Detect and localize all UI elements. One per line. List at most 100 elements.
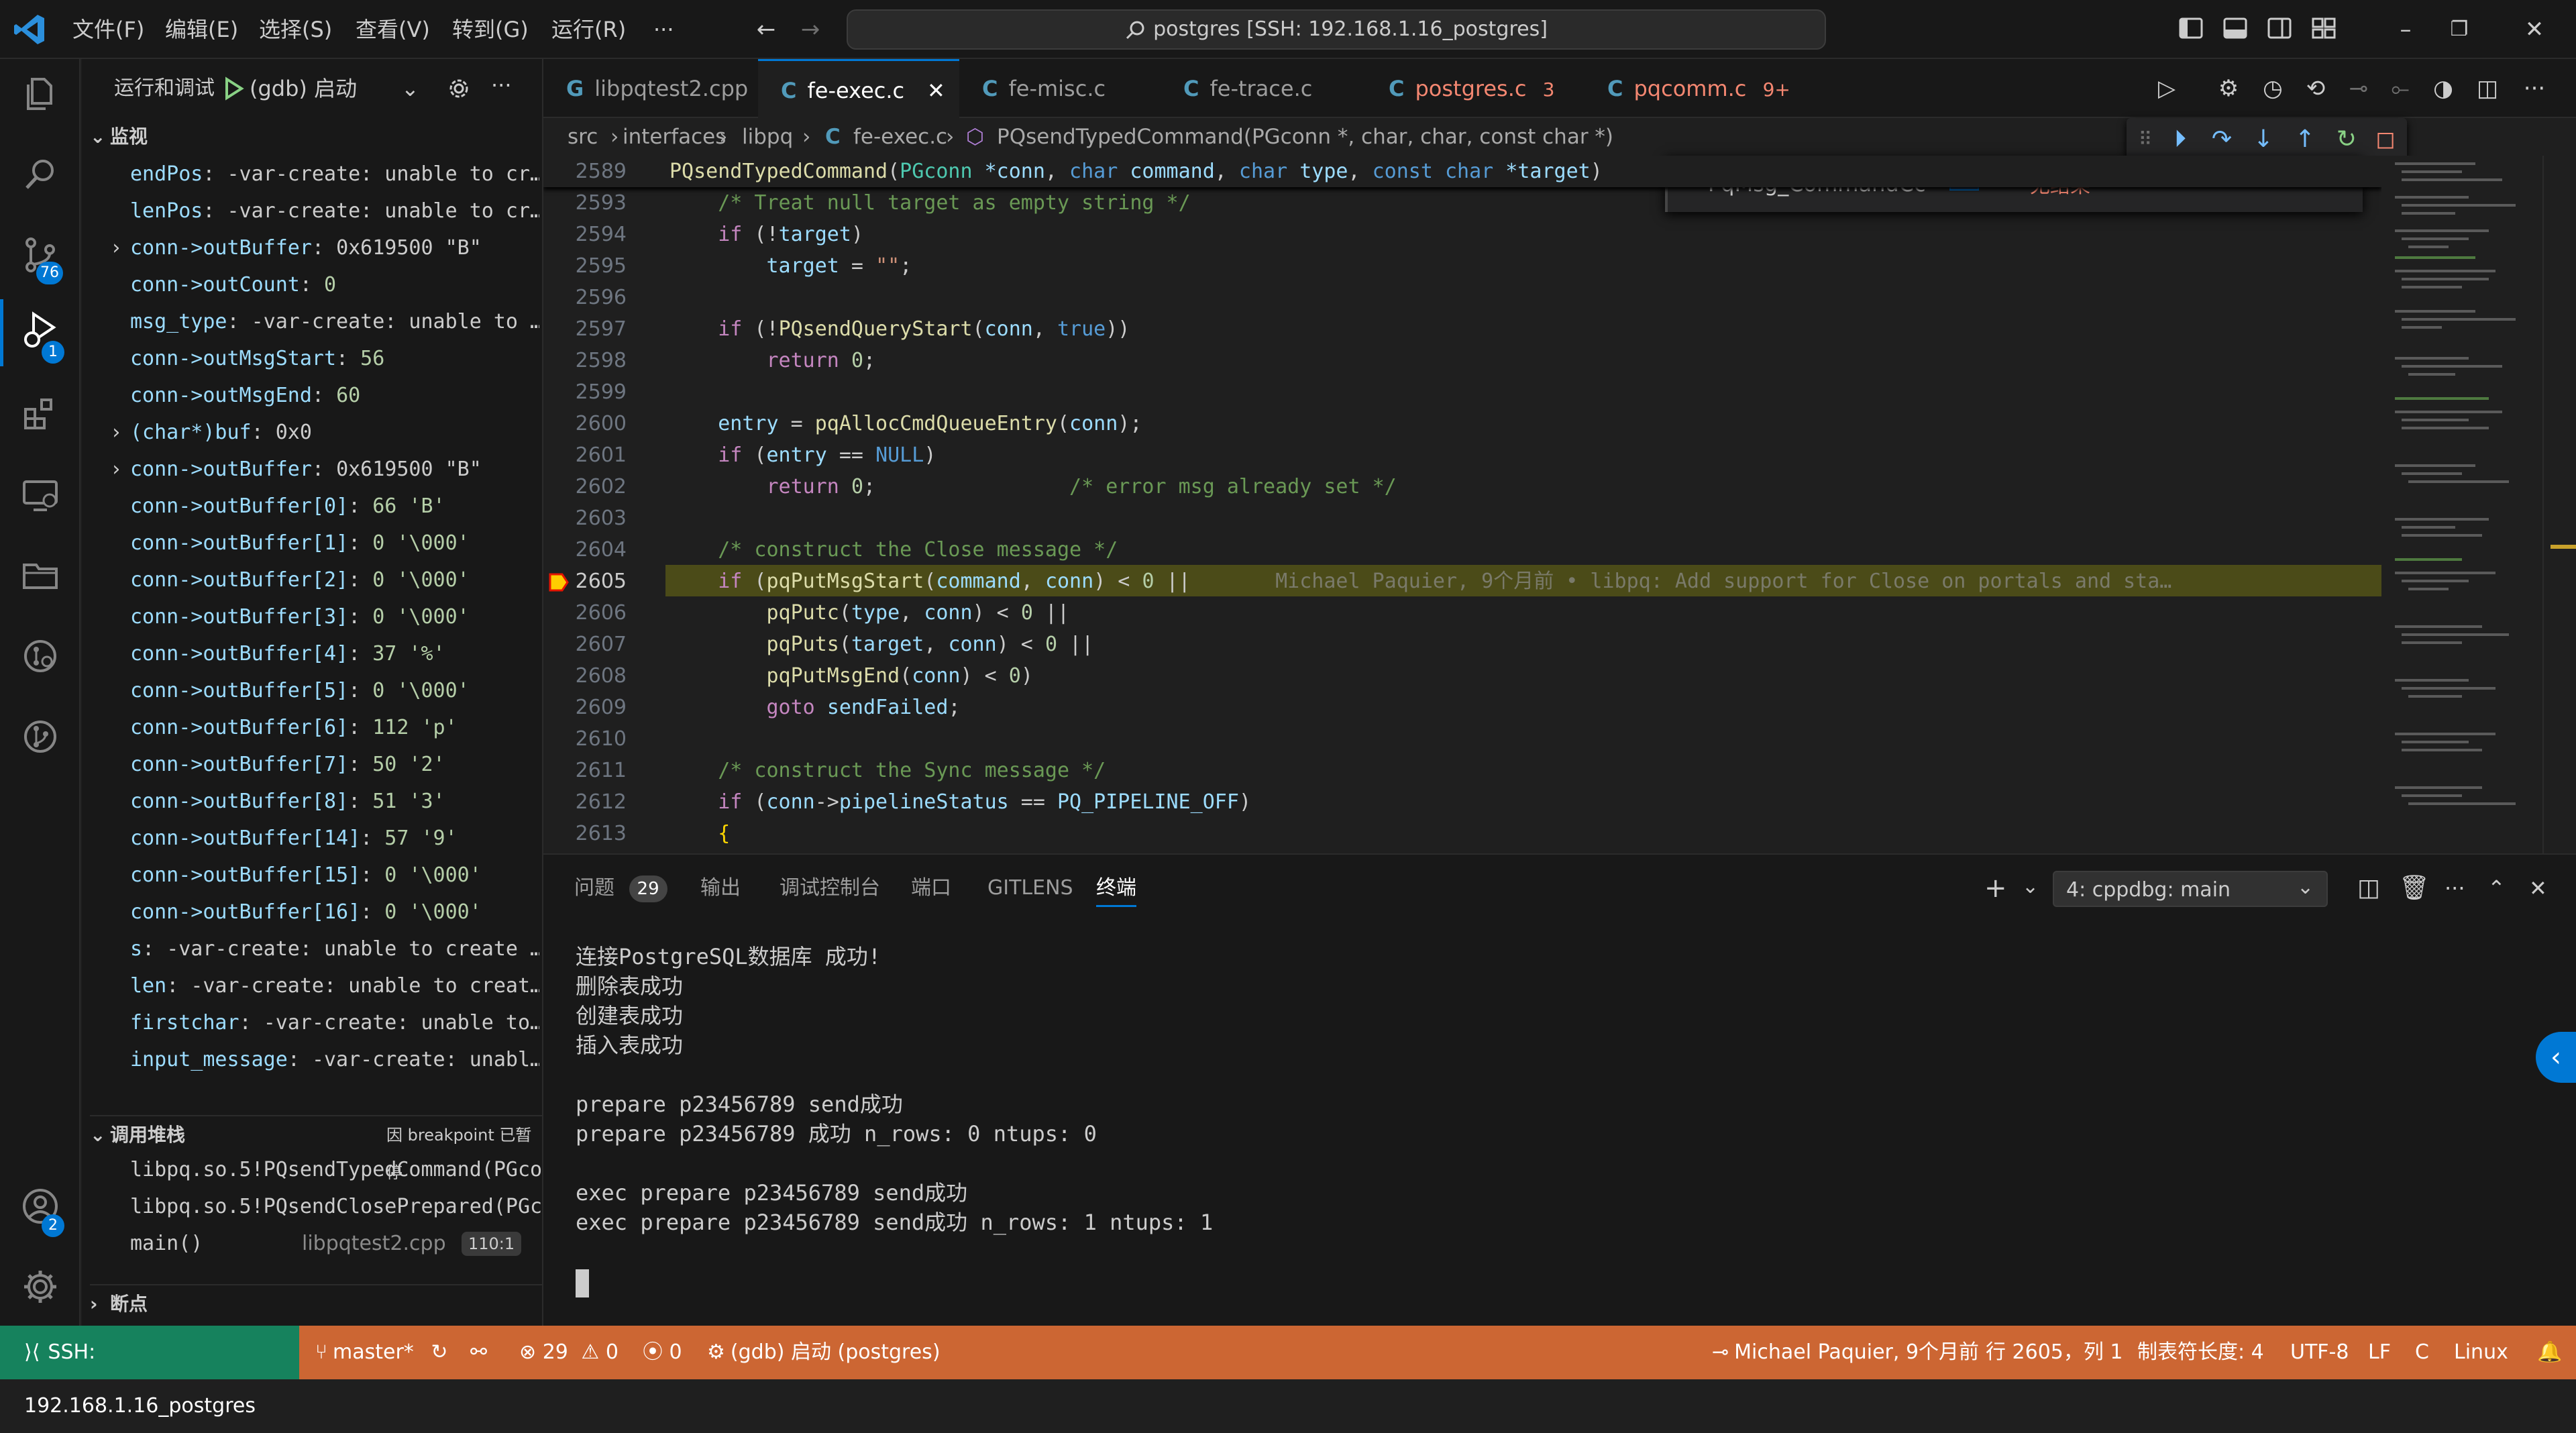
explorer-icon[interactable] (16, 74, 64, 122)
forward-arrow-icon[interactable]: → (796, 15, 825, 44)
toggle-panel-icon[interactable] (2220, 15, 2250, 44)
debug-launch-item[interactable]: ⚙ (gdb) 启动 (postgres) (707, 1326, 941, 1379)
line-number[interactable]: 2595 (543, 250, 627, 282)
line-number[interactable]: 2606 (543, 597, 627, 629)
watch-item[interactable]: › conn->outBuffer: 0x619500 "B" (110, 451, 539, 488)
callstack-frame[interactable]: libpq.so.5!PQsendClosePrepared(PGconn (130, 1188, 542, 1225)
watch-item[interactable]: conn->outBuffer[4]: 37 '%' (130, 635, 539, 672)
debug-settings-gear-icon[interactable] (445, 75, 472, 102)
watch-item[interactable]: endPos: -var-create: unable to cr… (130, 156, 539, 193)
breadcrumb-item[interactable]: interfaces (623, 118, 726, 156)
indentation[interactable]: 制表符长度: 4 (2137, 1326, 2264, 1379)
chevron-right-icon[interactable]: › (110, 414, 122, 451)
chevron-down-icon[interactable]: ⌄ (2022, 868, 2039, 906)
tab-fe-misc[interactable]: Cfe-misc.c (959, 59, 1161, 118)
step-over-icon[interactable]: ↷ (2206, 123, 2238, 156)
line-number[interactable]: 2612 (543, 786, 627, 818)
language-mode[interactable]: C (2415, 1326, 2429, 1379)
watch-item[interactable]: input_message: -var-create: unabl… (130, 1041, 539, 1078)
folder-icon[interactable] (16, 555, 64, 604)
watch-item[interactable]: conn->outBuffer[16]: 0 '\000' (130, 894, 539, 931)
menu-run[interactable]: 运行(R) (551, 0, 626, 59)
continue-icon[interactable]: ⏵ (2164, 123, 2196, 156)
watch-item[interactable]: conn->outBuffer[15]: 0 '\000' (130, 857, 539, 894)
debug-config-select[interactable]: (gdb) 启动 ⌄ (250, 72, 424, 105)
watch-item[interactable]: conn->outCount: 0 (130, 266, 539, 303)
split-editor-icon[interactable]: ◫ (2473, 74, 2502, 103)
callstack-frame[interactable]: libpq.so.5!PQsendTypedCommand(PGconn (130, 1151, 542, 1188)
watch-item[interactable]: conn->outBuffer[3]: 0 '\000' (130, 598, 539, 635)
breakpoints-section-header[interactable]: › 断点 (90, 1284, 542, 1322)
tab-terminal[interactable]: 终端 (1096, 869, 1136, 907)
tab-output[interactable]: 输出 (700, 869, 741, 907)
watch-item[interactable]: firstchar: -var-create: unable to… (130, 1004, 539, 1041)
line-number[interactable]: 2608 (543, 660, 627, 692)
remote-explorer-icon[interactable] (16, 475, 64, 523)
new-terminal-icon[interactable]: + (1984, 869, 2007, 907)
command-center-search[interactable]: postgres [SSH: 192.168.1.16_postgres] (847, 9, 1826, 50)
stop-icon[interactable]: ◻ (2369, 123, 2402, 156)
tab-gitlens[interactable]: GITLENS (987, 869, 1073, 907)
toggle-secondary-sidebar-icon[interactable] (2265, 15, 2294, 44)
manage-gear-icon[interactable] (16, 1267, 64, 1315)
watch-item[interactable]: › conn->outBuffer: 0x619500 "B" (110, 229, 539, 266)
timeline-icon[interactable]: ◷ (2258, 74, 2288, 103)
menu-go[interactable]: 转到(G) (452, 0, 529, 59)
tab-fe-exec[interactable]: Cfe-exec.c ✕ (758, 59, 959, 118)
breadcrumb-item[interactable]: src (568, 118, 598, 156)
code-editor[interactable]: 2589 PQsendTypedCommand(PGconn *conn, ch… (543, 156, 2381, 853)
line-number[interactable]: 2600 (543, 408, 627, 439)
compare-icon[interactable]: ⟲ (2301, 74, 2330, 103)
breadcrumb-item[interactable]: libpq (742, 118, 793, 156)
commit-next-icon[interactable]: ⟜ (2385, 74, 2415, 103)
remote-indicator[interactable]: ⟩⟨ SSH: 192.168.1.16_postgres (0, 1326, 299, 1418)
commit-prev-icon[interactable]: ⊸ (2344, 74, 2373, 103)
panel-more-icon[interactable]: ··· (2445, 869, 2465, 907)
tab-debug-console[interactable]: 调试控制台 (780, 869, 880, 907)
terminal-output[interactable]: 连接PostgreSQL数据库 成功! 删除表成功 创建表成功 插入表成功 prepar… (543, 942, 2556, 1318)
watch-item[interactable]: conn->outBuffer[0]: 66 'B' (130, 488, 539, 525)
minimap[interactable] (2381, 156, 2542, 853)
minimize-icon[interactable]: – (2391, 15, 2420, 44)
problems-item[interactable]: ⊗ 29 ⚠ 0 (519, 1326, 619, 1379)
branch-item[interactable]: ⑂ master* ↻ ⚯ (315, 1326, 487, 1379)
menu-more[interactable]: ··· (653, 0, 674, 59)
watch-item[interactable]: conn->outBuffer[8]: 51 '3' (130, 783, 539, 820)
watch-item[interactable]: conn->outBuffer[6]: 112 'p' (130, 709, 539, 746)
sidebar-more-icon[interactable]: ··· (491, 72, 512, 98)
tab-problems[interactable]: 问题 29 (574, 869, 667, 907)
platform[interactable]: Linux (2454, 1326, 2508, 1379)
tab-pqcomm[interactable]: Cpqcomm.c 9+ (1585, 59, 1792, 118)
close-panel-icon[interactable]: ✕ (2529, 869, 2547, 907)
terminal-select[interactable]: 4: cppdbg: main ⌄ (2053, 871, 2328, 907)
breadcrumb-item[interactable]: PQsendTypedCommand(PGconn *, char, char,… (997, 118, 1613, 156)
menu-file[interactable]: 文件(F) (72, 0, 144, 59)
watch-item[interactable]: len: -var-create: unable to creat… (130, 967, 539, 1004)
editor-more-icon[interactable]: ··· (2520, 74, 2549, 103)
tab-fe-trace[interactable]: Cfe-trace.c (1161, 59, 1366, 118)
kill-terminal-icon[interactable]: 🗑 (2399, 869, 2430, 907)
watch-item[interactable]: conn->outBuffer[5]: 0 '\000' (130, 672, 539, 709)
line-number[interactable]: 2602 (543, 471, 627, 502)
start-debugging-icon[interactable] (221, 76, 246, 101)
watch-section-header[interactable]: ⌄ 监视 (90, 118, 148, 156)
watch-item[interactable]: msg_type: -var-create: unable to … (130, 303, 539, 340)
close-tab-icon[interactable]: ✕ (927, 61, 945, 120)
watch-item[interactable]: conn->outBuffer[1]: 0 '\000' (130, 525, 539, 562)
step-into-icon[interactable]: ↓ (2247, 123, 2279, 156)
menu-selection[interactable]: 选择(S) (259, 0, 332, 59)
git-graph-icon[interactable] (16, 716, 64, 765)
back-arrow-icon[interactable]: ← (751, 15, 781, 44)
line-number[interactable]: 2598 (543, 345, 627, 376)
close-window-icon[interactable]: ✕ (2520, 15, 2549, 44)
line-number[interactable]: 2601 (543, 439, 627, 471)
watch-item[interactable]: conn->outMsgEnd: 60 (130, 377, 539, 414)
ports-item[interactable]: ⦿ 0 (643, 1326, 682, 1379)
menu-view[interactable]: 查看(V) (356, 0, 430, 59)
blame-item[interactable]: ⊸ Michael Paquier, 9个月前 (1712, 1326, 1979, 1379)
customize-layout-icon[interactable] (2309, 15, 2339, 44)
breadcrumb-item[interactable]: fe-exec.c (853, 118, 947, 156)
cursor-position[interactable]: 行 2605，列 1 (1986, 1326, 2123, 1379)
gitlens-inspect-icon[interactable]: ◑ (2428, 74, 2458, 103)
maximize-panel-icon[interactable]: ⌃ (2487, 869, 2506, 907)
